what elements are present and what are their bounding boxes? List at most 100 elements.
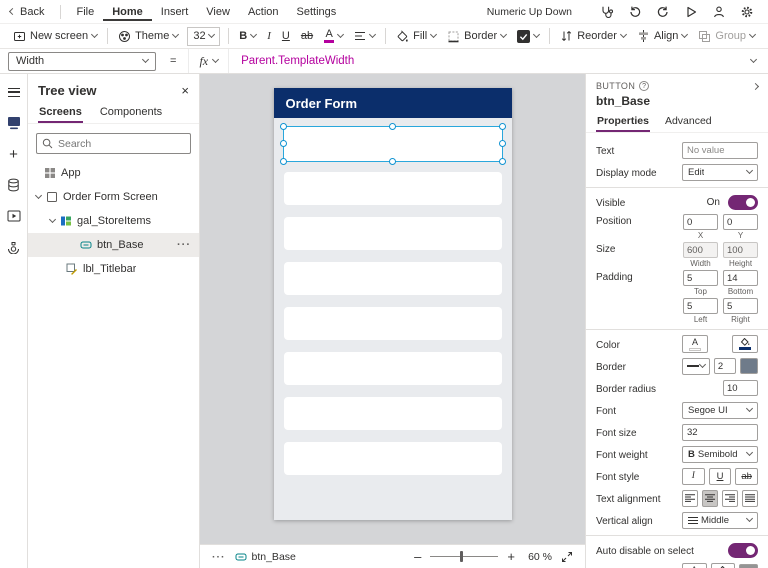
tab-screens[interactable]: Screens [38, 103, 83, 123]
selection-handle[interactable] [498, 140, 506, 147]
zoom-in-icon[interactable]: + [507, 550, 515, 563]
align-right-button[interactable] [722, 489, 738, 507]
disabled-font-color-button[interactable]: A [682, 563, 707, 568]
gallery-item-button[interactable] [283, 262, 502, 295]
align-justify-button[interactable] [742, 489, 758, 507]
italic-button[interactable]: I [682, 467, 705, 485]
zoom-slider[interactable] [430, 551, 499, 562]
position-x-input[interactable] [683, 214, 718, 230]
tree-item-app[interactable]: App [28, 161, 199, 185]
border-button[interactable]: Border [442, 25, 511, 47]
collapse-panel-icon[interactable] [751, 82, 760, 90]
menu-file[interactable]: File [67, 2, 103, 21]
selection-handle[interactable] [279, 140, 287, 147]
font-color-button[interactable]: A [319, 25, 348, 47]
italic-button[interactable]: I [262, 25, 276, 47]
fill-color-button[interactable] [732, 335, 758, 353]
selection-handle[interactable] [388, 123, 396, 130]
app-screen-preview[interactable]: Order Form [273, 88, 512, 520]
more-options-icon[interactable]: ··· [212, 551, 226, 563]
insert-icon[interactable]: + [4, 144, 24, 164]
selection-handle[interactable] [279, 158, 287, 165]
advanced-tools-icon[interactable] [4, 237, 24, 257]
tree-view-icon[interactable] [4, 113, 24, 133]
info-icon[interactable]: ? [639, 81, 650, 91]
underline-button[interactable]: U [277, 25, 295, 47]
text-property-input[interactable] [682, 141, 758, 159]
vertical-align-dropdown[interactable]: Middle [682, 511, 758, 529]
tab-properties[interactable]: Properties [596, 113, 650, 132]
form-title-bar[interactable]: Order Form [273, 88, 512, 118]
tree-item-gal-storeitems[interactable]: gal_StoreItems [28, 209, 199, 233]
reorder-button[interactable]: Reorder [555, 25, 631, 47]
tree-item-btn-base[interactable]: btn_Base ··· [28, 233, 199, 257]
border-color-swatch[interactable] [739, 358, 758, 374]
size-width-input[interactable] [683, 242, 718, 258]
menu-home[interactable]: Home [103, 2, 152, 21]
hamburger-menu-icon[interactable] [4, 82, 24, 102]
fx-dropdown[interactable]: fx [188, 49, 230, 73]
media-icon[interactable] [4, 206, 24, 226]
undo-icon[interactable] [624, 2, 646, 22]
settings-gear-icon[interactable] [736, 2, 758, 22]
play-preview-icon[interactable] [680, 2, 702, 22]
font-dropdown[interactable]: Segoe UI [682, 401, 758, 419]
border-thickness-input[interactable] [713, 358, 736, 374]
chevron-down-icon[interactable] [48, 215, 57, 224]
border-radius-input[interactable] [723, 380, 758, 396]
design-canvas[interactable]: Order Form [200, 74, 585, 544]
theme-button[interactable]: Theme [113, 25, 183, 47]
padding-bottom-input[interactable] [723, 270, 758, 286]
selection-handle[interactable] [388, 158, 396, 165]
tree-search-box[interactable] [36, 133, 191, 154]
chevron-down-icon[interactable] [34, 191, 43, 200]
strikethrough-button[interactable]: ab [735, 467, 759, 485]
padding-top-input[interactable] [683, 270, 718, 286]
font-weight-dropdown[interactable]: B Semibold [682, 445, 758, 463]
gallery-item-button[interactable] [283, 307, 502, 340]
data-sources-icon[interactable] [4, 175, 24, 195]
search-input[interactable] [58, 137, 185, 150]
padding-right-input[interactable] [723, 298, 758, 314]
selection-handle[interactable] [279, 123, 287, 130]
align-left-button[interactable] [682, 489, 698, 507]
menu-action[interactable]: Action [239, 2, 288, 21]
close-icon[interactable]: × [181, 84, 189, 97]
strikethrough-button[interactable]: ab [296, 25, 318, 47]
gallery-item-button[interactable] [283, 352, 502, 385]
checkbox-style-button[interactable] [512, 25, 544, 47]
menu-view[interactable]: View [197, 2, 239, 21]
tab-components[interactable]: Components [99, 103, 163, 123]
disabled-fill-color-button[interactable] [710, 563, 736, 568]
selection-handle[interactable] [498, 123, 506, 130]
border-style-dropdown[interactable] [682, 357, 710, 375]
display-mode-dropdown[interactable]: Edit [682, 163, 758, 181]
property-selector-dropdown[interactable]: Width [8, 51, 156, 71]
align-button[interactable]: Align [632, 25, 692, 47]
more-options-icon[interactable]: ··· [177, 239, 199, 251]
position-y-input[interactable] [723, 214, 758, 230]
new-screen-button[interactable]: New screen [8, 25, 102, 47]
zoom-slider-handle[interactable] [460, 551, 464, 562]
selected-button-control[interactable] [279, 123, 506, 165]
formula-input[interactable]: Parent.TemplateWidth [241, 55, 354, 67]
tree-item-lbl-titlebar[interactable]: lbl_Titlebar [28, 257, 199, 281]
menu-insert[interactable]: Insert [152, 2, 198, 21]
font-color-button[interactable]: A [682, 335, 708, 353]
padding-left-input[interactable] [683, 298, 718, 314]
gallery-item-button[interactable] [283, 442, 502, 475]
menu-settings[interactable]: Settings [288, 2, 346, 21]
gallery-item-button[interactable] [283, 217, 502, 250]
underline-button[interactable]: U [708, 467, 732, 485]
status-selected-control[interactable]: btn_Base [235, 551, 296, 563]
size-height-input[interactable] [723, 242, 758, 258]
tab-advanced[interactable]: Advanced [664, 113, 713, 132]
auto-disable-toggle[interactable] [728, 542, 758, 558]
selection-handle[interactable] [498, 158, 506, 165]
zoom-out-icon[interactable]: – [414, 550, 421, 563]
visible-toggle[interactable] [728, 194, 758, 210]
redo-icon[interactable] [652, 2, 674, 22]
font-size-input[interactable] [682, 423, 758, 441]
group-button[interactable]: Group [693, 25, 760, 47]
bold-button[interactable]: B [234, 25, 261, 47]
